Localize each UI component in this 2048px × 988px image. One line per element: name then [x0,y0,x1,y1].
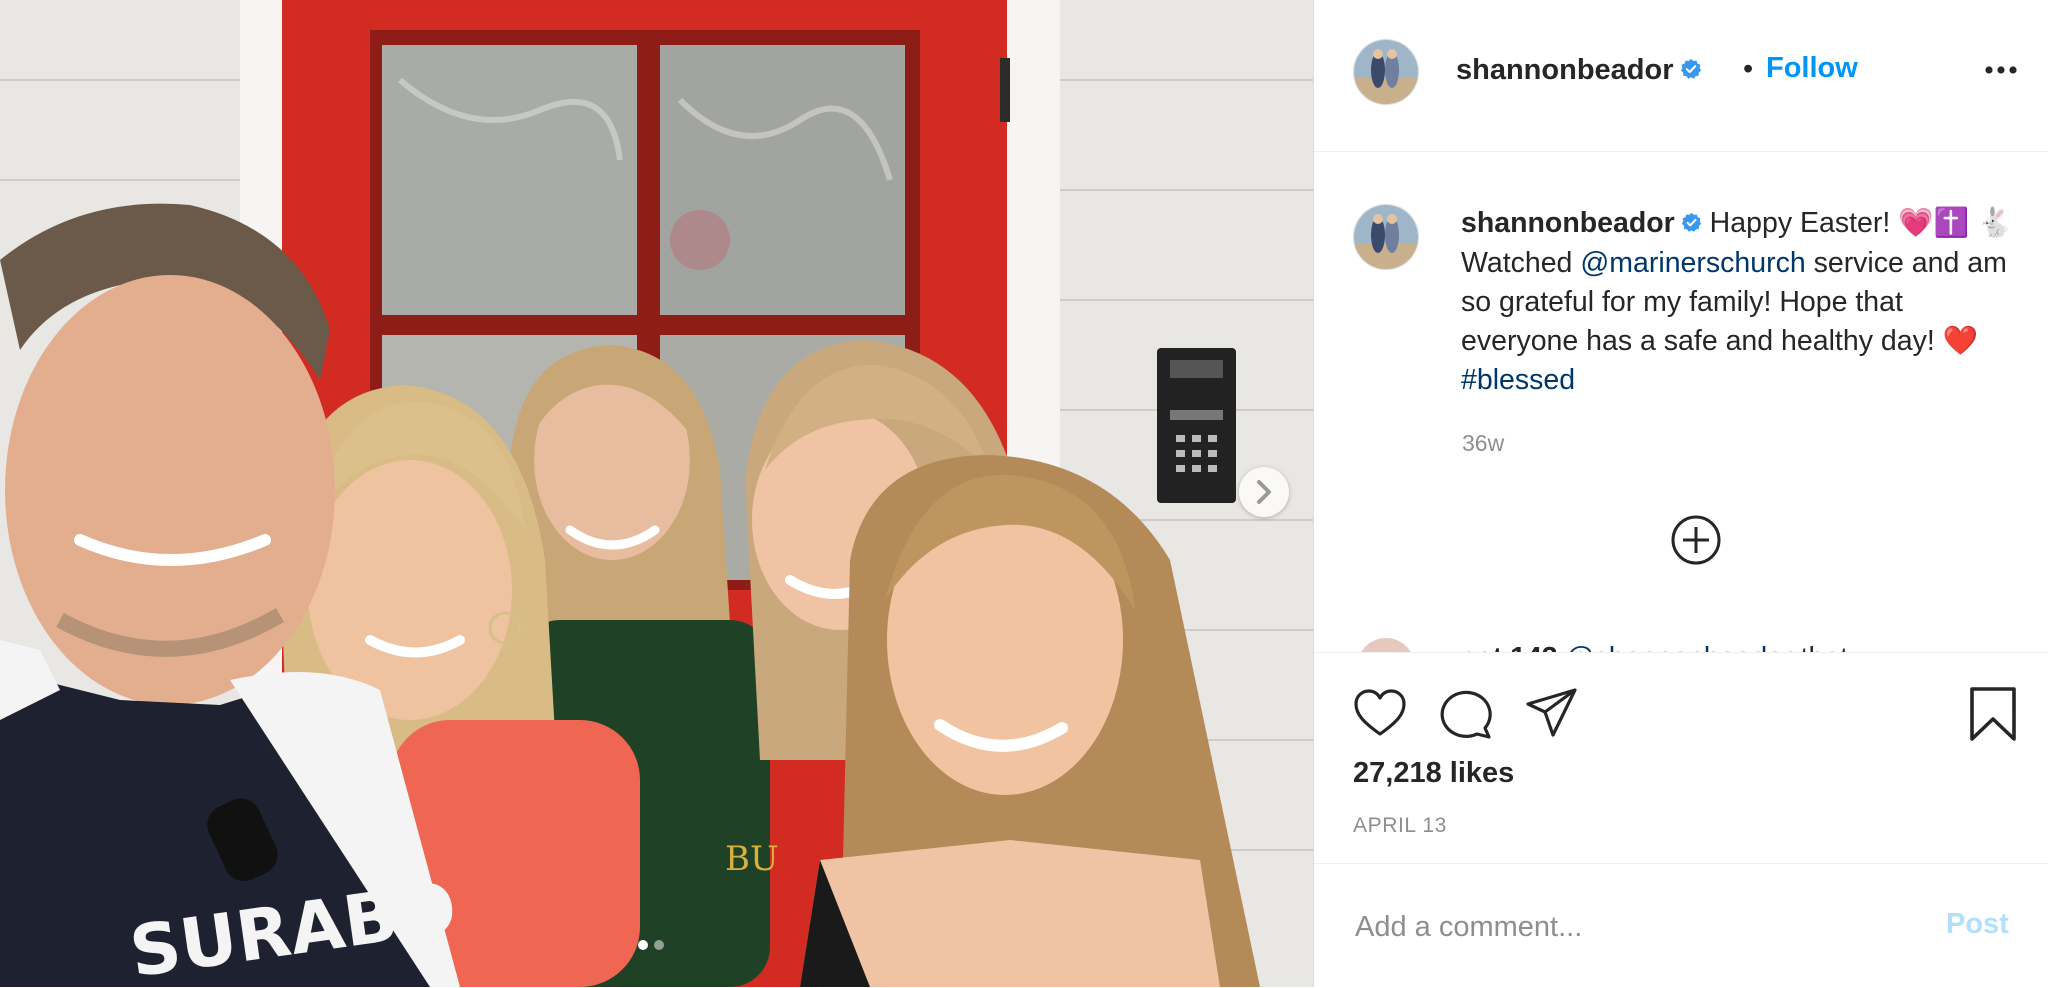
carousel-dot [654,940,664,950]
like-button[interactable] [1353,688,1407,743]
share-button[interactable] [1525,687,1579,744]
post-time-ago[interactable]: 36w [1462,430,1504,457]
save-button[interactable] [1969,686,2017,747]
hashtag-link[interactable]: #blessed [1461,364,1575,396]
post-header: shannonbeador • Follow [1314,0,2048,152]
comment-button[interactable] [1439,688,1493,745]
separator-dot: • [1743,53,1754,85]
verified-badge-icon [1680,55,1702,88]
comment-row: cat 143 @shannonbeador that [1356,637,2016,652]
post-image[interactable]: BU SURABO [0,0,1313,987]
post-date[interactable]: APRIL 13 [1353,814,1447,838]
comment-username[interactable]: cat 143 [1461,642,1558,652]
post-sidebar: shannonbeador • Follow shannonbeador Hap… [1313,0,2048,987]
carousel-next-button[interactable] [1239,467,1289,517]
plus-circle-icon [1671,515,1721,565]
caption-username[interactable]: shannonbeador [1461,207,1675,239]
caption-text: shannonbeador Happy Easter! 💗✝️ 🐇 Watche… [1461,204,2021,400]
post-comment-button[interactable]: Post [1946,908,2009,941]
caption-avatar[interactable] [1353,204,1419,270]
comment-icon [1440,690,1492,739]
more-horizontal-icon [1985,66,2017,74]
carousel-indicator [638,940,664,950]
more-options-button[interactable] [1984,62,2018,80]
username-text: shannonbeador [1456,54,1674,86]
verified-badge-icon [1681,205,1702,244]
load-more-comments-button[interactable] [1670,514,1722,571]
comment-mention[interactable]: @shannonbeador [1566,642,1793,652]
post-actions: 27,218 likes APRIL 13 [1314,652,2048,863]
mention-link[interactable]: @marinerschurch [1580,247,1805,279]
add-comment-bar: Post [1314,863,2048,988]
svg-text:BU: BU [725,839,779,879]
comments-section: shannonbeador Happy Easter! 💗✝️ 🐇 Watche… [1314,152,2048,652]
carousel-dot-active [638,940,648,950]
family-photo: BU SURABO [0,0,1313,987]
comment-avatar[interactable] [1356,637,1416,652]
paper-plane-icon [1526,688,1577,737]
avatar[interactable] [1353,39,1419,105]
username-link[interactable]: shannonbeador [1456,54,1702,88]
heart-icon [1354,689,1406,736]
chevron-right-icon [1257,480,1271,504]
likes-count[interactable]: 27,218 likes [1353,757,1514,790]
follow-button[interactable]: Follow [1766,52,1858,85]
comment-text: that [1793,642,1849,652]
comment-input[interactable] [1353,904,1917,950]
bookmark-icon [1970,687,2016,741]
